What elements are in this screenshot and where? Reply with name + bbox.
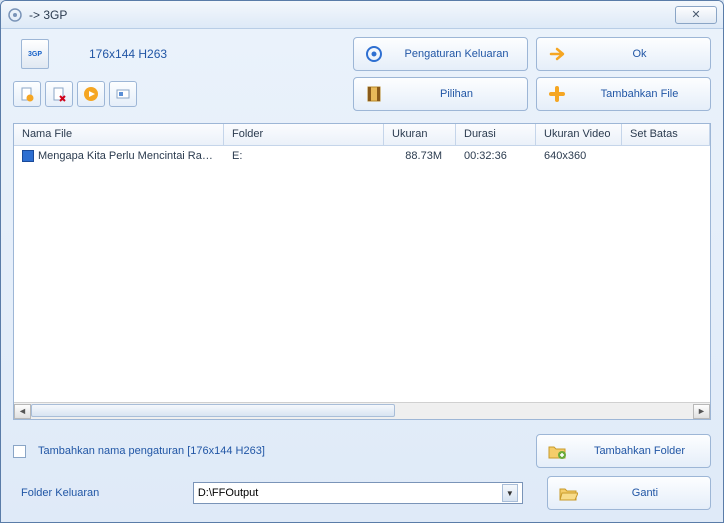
col-video-size[interactable]: Ukuran Video	[536, 124, 622, 145]
output-settings-label: Pengaturan Keluaran	[396, 48, 517, 60]
cell-duration: 00:32:36	[456, 148, 536, 164]
add-folder-button[interactable]: Tambahkan Folder	[536, 434, 711, 468]
col-set-limit[interactable]: Set Batas	[622, 124, 710, 145]
chevron-down-icon[interactable]: ▼	[502, 484, 518, 502]
bottom-panel: Tambahkan nama pengaturan [176x144 H263]…	[13, 434, 711, 510]
tool-remove-button[interactable]	[45, 81, 73, 107]
ok-button[interactable]: Ok	[536, 37, 711, 71]
folder-open-icon	[558, 483, 578, 503]
toolbar	[13, 81, 137, 107]
app-icon	[7, 7, 23, 23]
output-settings-button[interactable]: Pengaturan Keluaran	[353, 37, 528, 71]
page-add-icon	[19, 86, 35, 102]
format-display: 3GP 176x144 H263	[13, 39, 293, 69]
top-row-1: 3GP 176x144 H263 Pengaturan Keluaran Ok	[13, 37, 711, 71]
col-folder[interactable]: Folder	[224, 124, 384, 145]
col-duration[interactable]: Durasi	[456, 124, 536, 145]
output-folder-combo[interactable]: D:\FFOutput ▼	[193, 482, 523, 504]
add-file-button[interactable]: Tambahkan File	[536, 77, 711, 111]
arrow-right-icon	[547, 44, 567, 64]
format-text: 176x144 H263	[89, 47, 167, 61]
col-size[interactable]: Ukuran	[384, 124, 456, 145]
change-button[interactable]: Ganti	[547, 476, 711, 510]
film-icon	[364, 84, 384, 104]
cell-size: 88.73M	[384, 148, 456, 164]
close-button[interactable]: ✕	[675, 6, 717, 24]
options-button[interactable]: Pilihan	[353, 77, 528, 111]
append-settings-checkbox[interactable]	[13, 445, 26, 458]
client-area: 3GP 176x144 H263 Pengaturan Keluaran Ok	[1, 29, 723, 522]
tool-play-button[interactable]	[77, 81, 105, 107]
tool-add-button[interactable]	[13, 81, 41, 107]
page-remove-icon	[51, 86, 67, 102]
table-header: Nama File Folder Ukuran Durasi Ukuran Vi…	[14, 124, 710, 146]
options-label: Pilihan	[396, 88, 517, 100]
plus-icon	[547, 84, 567, 104]
append-settings-label: Tambahkan nama pengaturan [176x144 H263]	[38, 445, 265, 457]
add-file-label: Tambahkan File	[579, 88, 700, 100]
add-folder-label: Tambahkan Folder	[579, 445, 700, 457]
cell-folder: E:	[224, 148, 384, 164]
scroll-right-icon[interactable]: ►	[693, 404, 710, 419]
cell-name-text: Mengapa Kita Perlu Mencintai Rasul...	[38, 150, 224, 162]
titlebar: -> 3GP ✕	[1, 1, 723, 29]
folder-add-icon	[547, 441, 567, 461]
file-table: Nama File Folder Ukuran Durasi Ukuran Vi…	[13, 123, 711, 420]
table-row[interactable]: Mengapa Kita Perlu Mencintai Rasul... E:…	[14, 146, 710, 166]
cell-set-limit	[622, 154, 710, 158]
close-icon: ✕	[691, 8, 700, 21]
info-icon	[115, 86, 131, 102]
col-name[interactable]: Nama File	[14, 124, 224, 145]
horizontal-scrollbar[interactable]: ◄ ►	[14, 402, 710, 419]
video-file-icon	[22, 150, 34, 162]
tool-info-button[interactable]	[109, 81, 137, 107]
cell-video-size: 640x360	[536, 148, 622, 164]
scroll-thumb[interactable]	[31, 404, 395, 417]
ok-label: Ok	[579, 48, 700, 60]
play-icon	[83, 86, 99, 102]
output-folder-label: Folder Keluaran	[13, 487, 181, 499]
cell-name: Mengapa Kita Perlu Mencintai Rasul...	[14, 148, 224, 164]
change-label: Ganti	[590, 487, 700, 499]
row-output-folder: Folder Keluaran D:\FFOutput ▼ Ganti	[13, 476, 711, 510]
scroll-left-icon[interactable]: ◄	[14, 404, 31, 419]
output-folder-value: D:\FFOutput	[198, 487, 502, 499]
top-row-2: Pilihan Tambahkan File	[13, 77, 711, 111]
table-body: Mengapa Kita Perlu Mencintai Rasul... E:…	[14, 146, 710, 402]
scroll-track[interactable]	[31, 404, 693, 419]
dialog-window: -> 3GP ✕ 3GP 176x144 H263 Pengaturan Kel…	[0, 0, 724, 523]
row-checkbox: Tambahkan nama pengaturan [176x144 H263]…	[13, 434, 711, 468]
window-title: -> 3GP	[29, 8, 675, 22]
gear-icon	[364, 44, 384, 64]
format-icon: 3GP	[21, 39, 49, 69]
